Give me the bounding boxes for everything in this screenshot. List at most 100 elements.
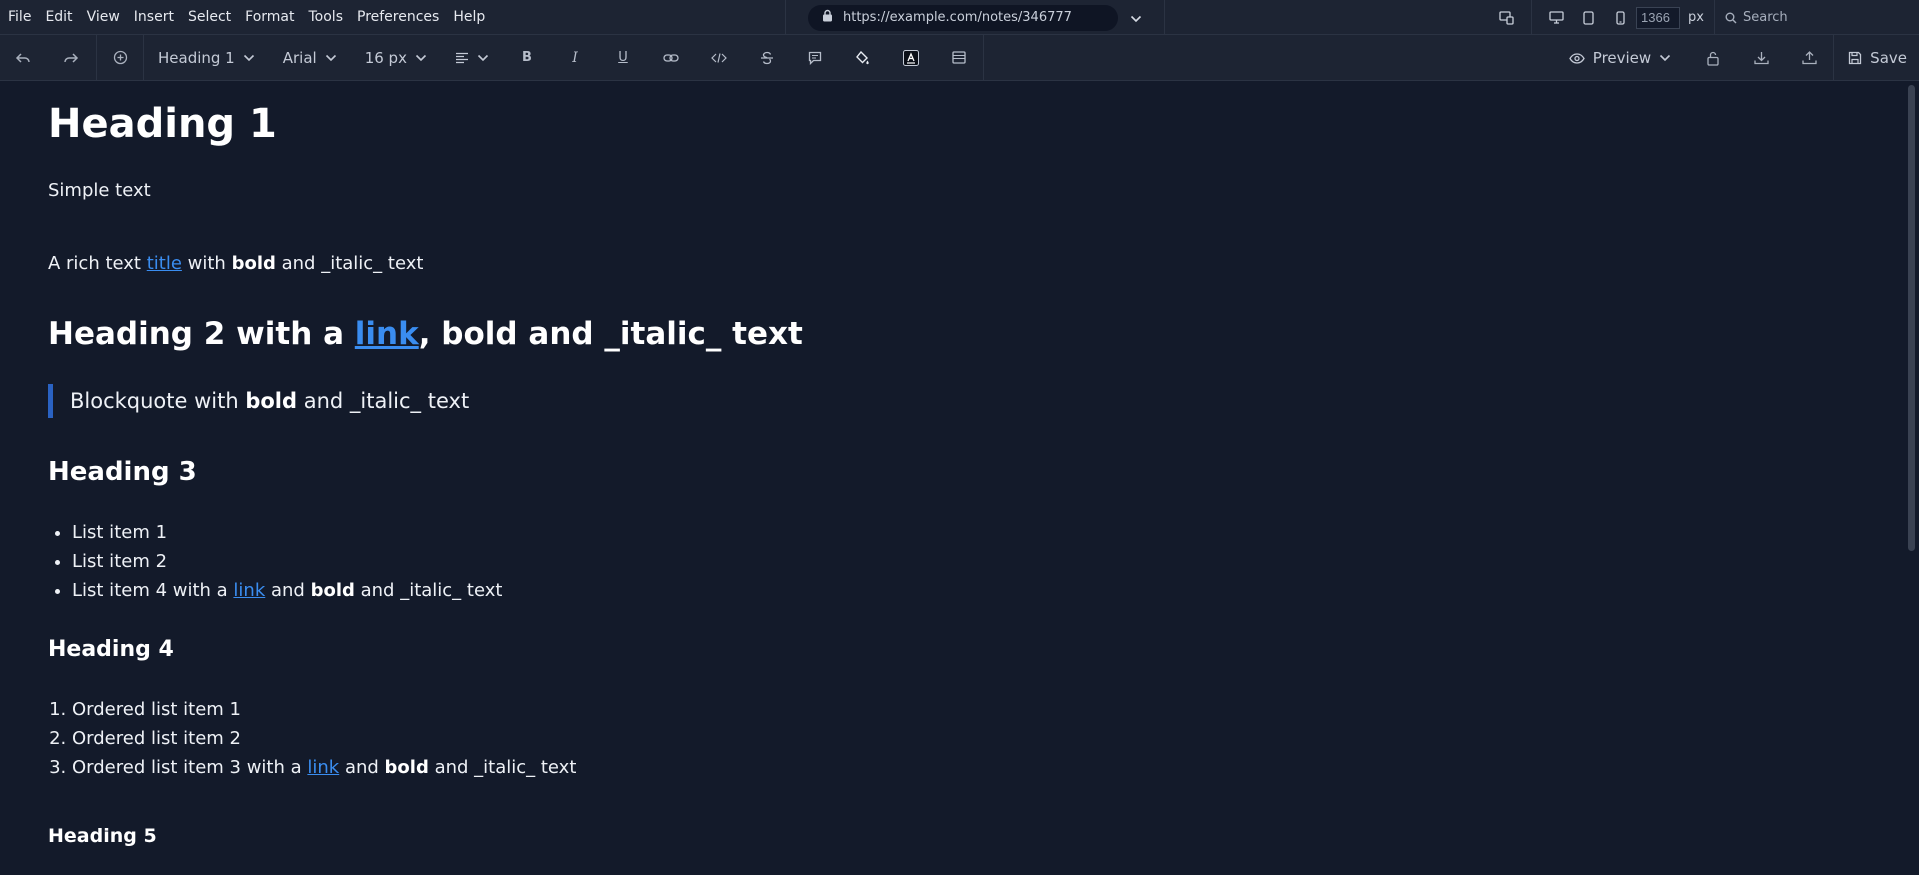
divider [1531, 0, 1533, 35]
download-icon[interactable] [1737, 35, 1785, 81]
text-run: List item 4 with a [72, 580, 234, 601]
table-icon [952, 51, 966, 64]
doc-heading-5: Heading 5 [48, 825, 157, 847]
address-url: https://example.com/notes/346777 [843, 10, 1072, 25]
list-item: List item 4 with a link and bold and _it… [72, 576, 1904, 605]
add-circle-icon[interactable] [97, 35, 143, 81]
preview-button[interactable]: Preview [1551, 49, 1689, 67]
link-icon [663, 53, 679, 62]
block-style-value: Heading 1 [158, 48, 235, 67]
doc-link[interactable]: link [355, 316, 419, 352]
comment-icon [808, 51, 822, 65]
doc-link[interactable]: link [233, 580, 265, 601]
text-run: and [265, 580, 311, 601]
address-bar[interactable]: https://example.com/notes/346777 [808, 4, 1118, 31]
chevron-down-icon [325, 54, 336, 61]
divider [982, 34, 984, 81]
viewport-tools: px Search [1491, 0, 1919, 35]
paint-bucket-icon [856, 50, 870, 64]
text-color-button[interactable] [887, 35, 935, 81]
doc-link[interactable]: title [147, 253, 182, 274]
menu-preferences[interactable]: Preferences [357, 9, 439, 25]
unit-label: px [1688, 10, 1704, 25]
menu-help[interactable]: Help [453, 9, 485, 25]
unlock-icon[interactable] [1689, 35, 1737, 81]
strikethrough-icon [760, 51, 773, 64]
doc-heading-3: Heading 3 [48, 457, 197, 487]
scrollbar-thumb[interactable] [1908, 85, 1915, 551]
menu-insert[interactable]: Insert [134, 9, 174, 25]
highlight-button[interactable] [839, 35, 887, 81]
search-placeholder: Search [1743, 10, 1788, 25]
address-area: https://example.com/notes/346777 [785, 0, 1165, 35]
menu-view[interactable]: View [87, 9, 120, 25]
menu-select[interactable]: Select [188, 9, 231, 25]
code-icon [711, 52, 727, 63]
editor-toolbar: Heading 1 Arial 16 px B I U Preview Save [0, 34, 1919, 81]
text-run: with [181, 253, 232, 274]
floppy-icon [1849, 51, 1862, 65]
text-run: , [418, 316, 442, 352]
redo-icon[interactable] [46, 35, 96, 81]
text-run: Blockquote with [70, 389, 246, 413]
doc-heading-4: Heading 4 [48, 637, 174, 662]
desktop-icon[interactable] [1547, 9, 1565, 27]
text-run: and _italic_ text [428, 757, 577, 778]
tablet-icon[interactable] [1579, 9, 1597, 27]
menu-format[interactable]: Format [245, 9, 294, 25]
bold-icon: B [522, 50, 532, 65]
code-button[interactable] [695, 35, 743, 81]
preview-label: Preview [1592, 49, 1652, 67]
bold-run: bold [384, 757, 429, 778]
text-run: and _italic_ text [517, 316, 803, 352]
font-family-select[interactable]: Arial [269, 35, 351, 81]
responsive-view-icon[interactable] [1498, 9, 1516, 27]
link-button[interactable] [647, 35, 695, 81]
list-item: Ordered list item 2 [72, 724, 1904, 753]
mobile-icon[interactable] [1611, 9, 1629, 27]
upload-icon[interactable] [1785, 35, 1833, 81]
editor-content[interactable]: Heading 1 Simple text A rich text title … [0, 81, 1904, 875]
search-icon [1725, 12, 1737, 23]
menu-list: File Edit View Insert Select Format Tool… [0, 9, 499, 25]
save-button[interactable]: Save [1833, 35, 1919, 81]
text-run: Ordered list item 3 with a [72, 757, 308, 778]
bold-run: bold [231, 253, 276, 274]
block-style-select[interactable]: Heading 1 [144, 35, 269, 81]
bold-button[interactable]: B [503, 35, 551, 81]
underline-button[interactable]: U [599, 35, 647, 81]
doc-bullet-list: List item 1 List item 2 List item 4 with… [48, 518, 1904, 605]
menu-edit[interactable]: Edit [45, 9, 72, 25]
doc-blockquote: Blockquote with bold and _italic_ text [48, 384, 1904, 418]
comment-button[interactable] [791, 35, 839, 81]
eye-icon [1569, 52, 1585, 64]
text-run: and [275, 253, 322, 274]
table-button[interactable] [935, 35, 983, 81]
doc-rich-text: A rich text title with bold and _italic_… [48, 252, 1904, 276]
bold-run: bold [245, 389, 298, 413]
menu-tools[interactable]: Tools [309, 9, 344, 25]
vertical-scrollbar[interactable] [1904, 81, 1919, 875]
text-run: _italic_ text [321, 253, 424, 274]
font-family-value: Arial [282, 48, 317, 67]
doc-link[interactable]: link [307, 757, 339, 778]
list-item: List item 1 [72, 518, 1904, 547]
undo-icon[interactable] [0, 35, 46, 81]
text-color-icon [902, 49, 919, 66]
save-label: Save [1870, 49, 1907, 67]
text-run: and _italic_ text [297, 389, 470, 413]
underline-icon: U [618, 50, 628, 65]
bold-run: bold [310, 580, 355, 601]
text-run: and [339, 757, 385, 778]
lock-icon [822, 9, 833, 26]
search-box[interactable]: Search [1714, 0, 1919, 35]
viewport-width-input[interactable] [1636, 6, 1681, 29]
chevron-down-icon[interactable] [1130, 8, 1142, 27]
menu-file[interactable]: File [8, 9, 31, 25]
align-left-icon [455, 52, 468, 63]
italic-button[interactable]: I [551, 35, 599, 81]
strikethrough-button[interactable] [743, 35, 791, 81]
align-select[interactable] [441, 35, 503, 81]
font-size-select[interactable]: 16 px [351, 35, 441, 81]
font-size-value: 16 px [364, 48, 407, 67]
